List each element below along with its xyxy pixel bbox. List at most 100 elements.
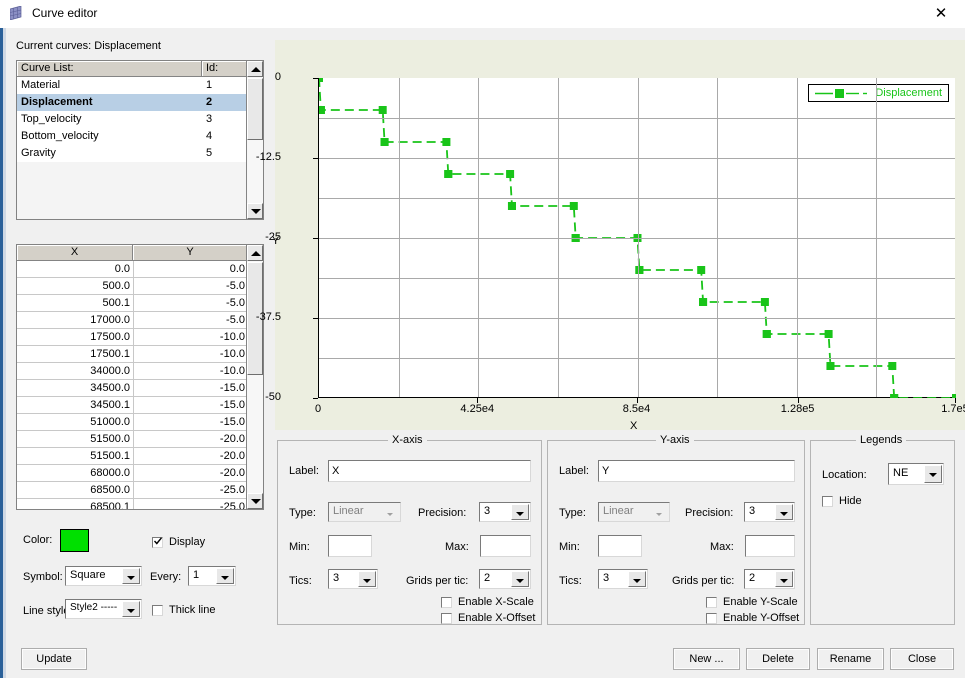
y-precision-select[interactable]: 3: [744, 502, 795, 522]
scrollbar-thumb[interactable]: [247, 78, 263, 140]
update-button[interactable]: Update: [21, 648, 87, 670]
y-max-label: Max:: [710, 541, 734, 553]
curve-list-item[interactable]: Gravity 5: [17, 145, 248, 162]
data-scroll-up-icon[interactable]: [247, 245, 263, 261]
close-button[interactable]: Close: [890, 648, 954, 670]
chart-gridline-horizontal: [319, 198, 955, 199]
curve-list-header-id[interactable]: Id:: [202, 61, 248, 77]
x-type-chevron-down-icon[interactable]: [381, 504, 399, 520]
chart-gridline-horizontal: [319, 238, 955, 239]
cell-x: 68500.1: [90, 501, 130, 510]
x-tics-select[interactable]: 3: [328, 569, 378, 589]
table-row[interactable]: 51000.0 -15.0: [17, 414, 248, 431]
legend-hide-box: [822, 496, 833, 507]
chevron-down-icon[interactable]: [122, 568, 140, 584]
chart-plot-area[interactable]: Displacement: [318, 78, 956, 398]
every-select[interactable]: 1: [188, 566, 236, 586]
x-precision-select[interactable]: 3: [479, 502, 531, 522]
table-row[interactable]: 17000.0 -5.0: [17, 312, 248, 329]
close-icon[interactable]: ✕: [927, 4, 955, 24]
table-row[interactable]: 51500.0 -20.0: [17, 431, 248, 448]
curve-data-table[interactable]: X Y 0.0 0.0 500.0 -5.0 500.1 -5.0 17000.0 -5.0 1…: [16, 244, 264, 510]
y-min-input[interactable]: [598, 535, 642, 557]
legend-location-value: NE: [893, 467, 909, 479]
table-row[interactable]: 34000.0 -10.0: [17, 363, 248, 380]
curve-list-header: Curve List: Id:: [17, 61, 263, 77]
y-type-chevron-down-icon[interactable]: [650, 504, 668, 520]
delete-button[interactable]: Delete: [746, 648, 810, 670]
y-precision-chevron-down-icon[interactable]: [775, 504, 793, 520]
x-tics-chevron-down-icon[interactable]: [358, 571, 376, 587]
y-label-input[interactable]: [598, 460, 795, 482]
x-max-input[interactable]: [480, 535, 531, 557]
line-style-chevron-down-icon[interactable]: [122, 601, 140, 617]
chart-gridline-vertical: [876, 78, 877, 397]
y-type-select[interactable]: Linear: [598, 502, 670, 522]
curve-list-item-id: 4: [206, 130, 213, 142]
x-min-input[interactable]: [328, 535, 372, 557]
x-type-select[interactable]: Linear: [328, 502, 401, 522]
every-chevron-down-icon[interactable]: [216, 568, 234, 584]
y-max-input[interactable]: [745, 535, 795, 557]
chart-gridline-horizontal: [319, 158, 955, 159]
cell-y: -5.0: [226, 314, 245, 326]
y-grids-chevron-down-icon[interactable]: [775, 571, 793, 587]
symbol-value: Square: [70, 569, 106, 581]
line-style-select[interactable]: Style2 -----: [65, 599, 142, 619]
new-button[interactable]: New ...: [673, 648, 740, 670]
curve-list-item[interactable]: Bottom_velocity 4: [17, 128, 248, 145]
chart-legend[interactable]: Displacement: [808, 84, 949, 102]
cell-x: 0.0: [114, 263, 130, 275]
table-row[interactable]: 34500.1 -15.0: [17, 397, 248, 414]
chart-gridline-vertical: [638, 78, 639, 397]
table-row[interactable]: 17500.0 -10.0: [17, 329, 248, 346]
chart-y-tick-mark: [313, 78, 318, 79]
data-table-scrollbar[interactable]: [246, 245, 263, 509]
scroll-down-icon[interactable]: [247, 203, 263, 219]
curve-list-item[interactable]: Material 1: [17, 77, 248, 94]
curve-list-scrollbar[interactable]: [246, 61, 263, 219]
y-grids-label: Grids per tic:: [672, 575, 735, 587]
x-axis-group: X-axis Label: Type: Linear Precision: 3 …: [277, 434, 542, 625]
x-type-value: Linear: [333, 505, 364, 517]
table-row[interactable]: 34500.0 -15.0: [17, 380, 248, 397]
curve-list[interactable]: Curve List: Id: Material 1 Displacement 2 To…: [16, 60, 264, 220]
y-tics-select[interactable]: 3: [598, 569, 648, 589]
chart-x-axis-label: X: [630, 420, 638, 432]
curve-list-item[interactable]: Displacement 2: [17, 94, 248, 111]
curve-list-header-name[interactable]: Curve List:: [17, 61, 202, 77]
rename-button[interactable]: Rename: [817, 648, 884, 670]
chart-x-tick-label: 0: [314, 403, 322, 415]
legends-group-title: Legends: [856, 434, 907, 446]
data-scroll-down-icon[interactable]: [247, 493, 263, 509]
symbol-select[interactable]: Square: [65, 566, 142, 586]
legend-location-chevron-down-icon[interactable]: [924, 465, 942, 483]
table-row[interactable]: 68500.1 -25.0: [17, 499, 248, 510]
data-table-header-x[interactable]: X: [17, 245, 133, 261]
chart-data-point: [444, 170, 453, 178]
curve-list-item[interactable]: Top_velocity 3: [17, 111, 248, 128]
table-row[interactable]: 0.0 0.0: [17, 261, 248, 278]
x-grids-select[interactable]: 2: [479, 569, 531, 589]
legend-location-select[interactable]: NE: [888, 463, 944, 485]
table-row[interactable]: 500.0 -5.0: [17, 278, 248, 295]
table-row[interactable]: 51500.1 -20.0: [17, 448, 248, 465]
x-grids-chevron-down-icon[interactable]: [511, 571, 529, 587]
table-row[interactable]: 500.1 -5.0: [17, 295, 248, 312]
data-table-header-y[interactable]: Y: [133, 245, 248, 261]
line-style-value: Style2 -----: [70, 602, 118, 613]
y-grids-select[interactable]: 2: [744, 569, 795, 589]
curve-list-item-name: Displacement: [21, 96, 93, 108]
chart-x-tick-mark: [798, 398, 799, 403]
enable-y-offset-box: [706, 613, 717, 624]
table-row[interactable]: 68000.0 -20.0: [17, 465, 248, 482]
y-tics-chevron-down-icon[interactable]: [628, 571, 646, 587]
x-precision-chevron-down-icon[interactable]: [511, 504, 529, 520]
table-row[interactable]: 68500.0 -25.0: [17, 482, 248, 499]
application-icon: [9, 5, 25, 21]
chart-x-tick-mark: [955, 398, 956, 403]
scroll-up-icon[interactable]: [247, 61, 263, 77]
table-row[interactable]: 17500.1 -10.0: [17, 346, 248, 363]
x-label-input[interactable]: [328, 460, 531, 482]
color-swatch[interactable]: [60, 529, 89, 552]
